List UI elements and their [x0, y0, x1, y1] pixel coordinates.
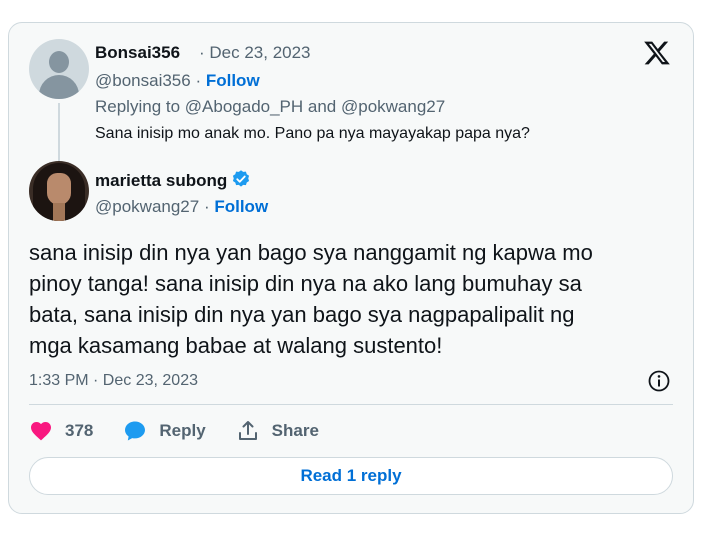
embedded-tweet-card: Bonsai356 · Dec 23, 2023 @bonsai356 · Fo… [8, 22, 694, 514]
reply-button[interactable]: Reply [123, 419, 206, 443]
info-icon[interactable] [647, 369, 671, 393]
author-avatar[interactable] [29, 161, 89, 221]
tweet-text: sana inisip din nya yan bago sya nanggam… [29, 240, 593, 358]
divider [29, 404, 673, 405]
parent-handle[interactable]: @bonsai356 · [95, 71, 201, 90]
parent-follow-link[interactable]: Follow [206, 71, 260, 90]
parent-avatar[interactable] [29, 39, 89, 99]
x-logo-icon[interactable] [643, 39, 671, 67]
avatar-placeholder-head [49, 51, 69, 73]
action-bar: 378 Reply Share [29, 419, 349, 443]
speech-bubble-icon [125, 421, 146, 441]
author-handle[interactable]: @pokwang27 · [95, 197, 210, 216]
parent-date[interactable]: · Dec 23, 2023 [199, 43, 311, 63]
verified-badge-icon [233, 170, 250, 187]
share-label: Share [271, 421, 319, 440]
avatar-face [47, 173, 71, 205]
parent-tweet-text: Sana inisip mo anak mo. Pano pa nya maya… [95, 125, 530, 142]
heart-icon [31, 422, 51, 441]
avatar-placeholder-body [39, 75, 79, 99]
share-icon [238, 421, 257, 440]
parent-display-name[interactable]: Bonsai356 [95, 43, 180, 63]
read-replies-button[interactable]: Read 1 reply [29, 457, 673, 495]
like-button[interactable]: 378 [29, 419, 93, 443]
thread-connector-line [58, 103, 60, 161]
author-follow-link[interactable]: Follow [214, 197, 268, 216]
share-button[interactable]: Share [236, 419, 319, 443]
avatar-neck [53, 203, 65, 221]
author-display-name[interactable]: marietta subong [95, 171, 227, 190]
tweet-timestamp[interactable]: 1:33 PM · Dec 23, 2023 [29, 372, 198, 390]
like-count: 378 [65, 421, 94, 440]
reply-label: Reply [159, 421, 206, 440]
read-replies-label: Read 1 reply [300, 466, 402, 485]
replying-to-text: Replying to @Abogado_PH and @pokwang27 [95, 97, 446, 116]
